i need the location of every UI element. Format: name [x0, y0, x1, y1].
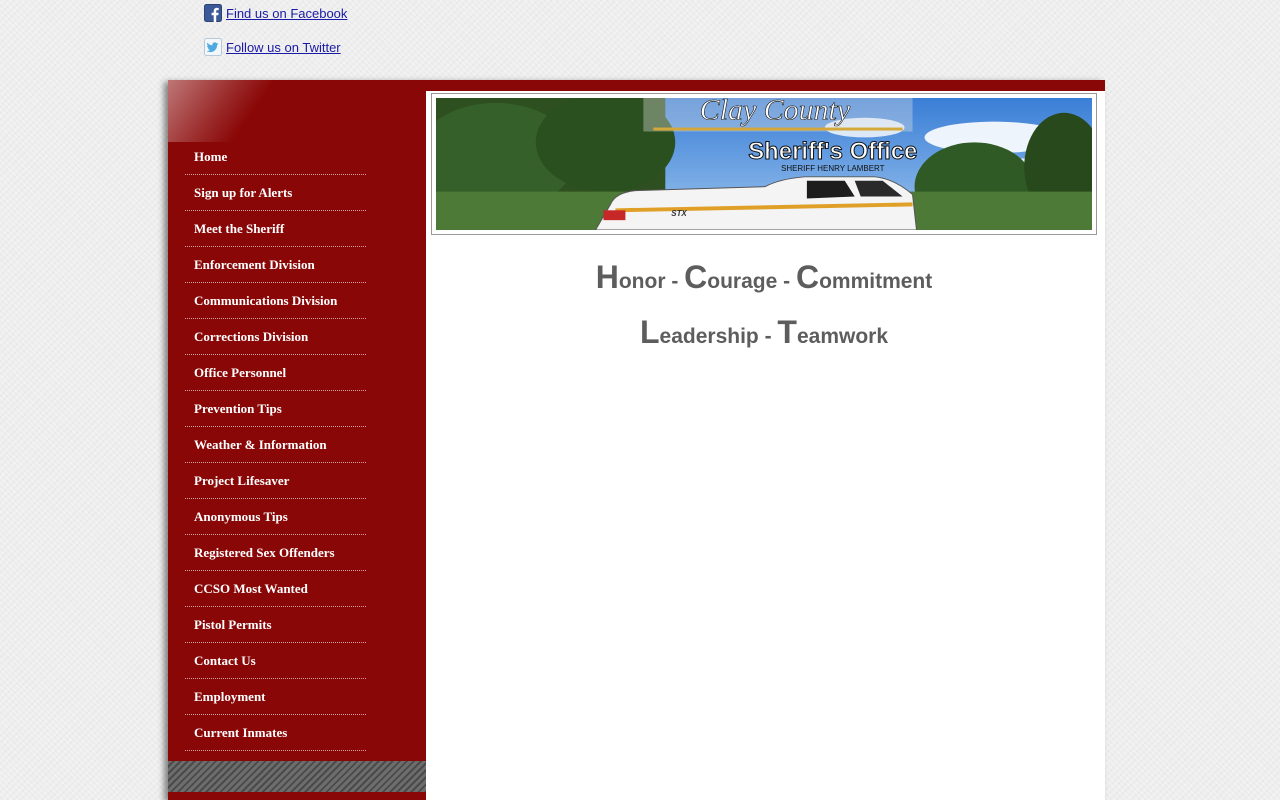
sidebar: Home Sign up for Alerts Meet the Sheriff En…	[168, 80, 426, 800]
nav-item-registered-sex-offenders[interactable]: Registered Sex Offenders	[185, 536, 366, 571]
social-links: Find us on Facebook Follow us on Twitter	[204, 4, 347, 72]
nav-item-label: Employment	[194, 689, 266, 704]
nav-item-project-lifesaver[interactable]: Project Lifesaver	[185, 464, 366, 499]
motto-initial: L	[639, 314, 660, 350]
top-accent-bar	[425, 80, 1105, 91]
nav-item-current-inmates[interactable]: Current Inmates	[185, 716, 366, 751]
nav-item-label: Corrections Division	[194, 329, 309, 344]
motto-word: Honor	[596, 259, 666, 295]
twitter-bird-icon[interactable]	[204, 38, 222, 56]
motto-word-rest: onor	[618, 270, 666, 293]
motto-word-rest: eadership	[659, 325, 759, 348]
nav-item-employment[interactable]: Employment	[185, 680, 366, 715]
nav-item-sign-up-for-alerts[interactable]: Sign up for Alerts	[185, 176, 366, 211]
nav-item-home[interactable]: Home	[185, 140, 366, 175]
motto-separator: -	[665, 270, 685, 293]
motto-separator: -	[777, 270, 796, 293]
motto-word: Courage	[684, 259, 778, 295]
motto-word-rest: ommitment	[819, 270, 933, 293]
motto-word: Teamwork	[777, 314, 889, 350]
motto-initial: T	[777, 314, 797, 350]
nav-item-communications-division[interactable]: Communications Division	[185, 284, 366, 319]
motto-initial: C	[795, 259, 820, 295]
twitter-link[interactable]: Follow us on Twitter	[226, 40, 341, 55]
main-navigation: Home Sign up for Alerts Meet the Sheriff En…	[185, 140, 366, 752]
nav-item-label: Communications Division	[194, 293, 338, 308]
nav-item-label: Project Lifesaver	[194, 473, 290, 488]
nav-item-corrections-division[interactable]: Corrections Division	[185, 320, 366, 355]
nav-item-label: Enforcement Division	[194, 257, 315, 272]
twitter-row: Follow us on Twitter	[204, 38, 347, 56]
nav-item-prevention-tips[interactable]: Prevention Tips	[185, 392, 366, 427]
nav-item-meet-the-sheriff[interactable]: Meet the Sheriff	[185, 212, 366, 247]
nav-item-pistol-permits[interactable]: Pistol Permits	[185, 608, 366, 643]
motto-word-rest: eamwork	[796, 325, 889, 348]
truck-badge: STX	[671, 209, 687, 218]
motto-initial: H	[595, 259, 619, 295]
nav-item-anonymous-tips[interactable]: Anonymous Tips	[185, 500, 366, 535]
facebook-icon[interactable]	[204, 4, 222, 22]
nav-item-label: Anonymous Tips	[194, 509, 288, 524]
nav-item-label: Office Personnel	[194, 365, 287, 380]
nav-item-weather-information[interactable]: Weather & Information	[185, 428, 366, 463]
banner-sheriff-name: SHERIFF HENRY LAMBERT	[781, 164, 885, 173]
nav-item-label: Prevention Tips	[194, 401, 282, 416]
motto-word: Commitment	[796, 259, 933, 295]
facebook-link[interactable]: Find us on Facebook	[226, 6, 347, 21]
nav-item-label: Contact Us	[194, 653, 256, 668]
nav-item-label: Home	[194, 149, 228, 164]
banner-photo: STX Clay County Sheriff's Office SHERIFF…	[416, 93, 1104, 231]
nav-item-office-personnel[interactable]: Office Personnel	[185, 356, 366, 391]
facebook-row: Find us on Facebook	[204, 4, 347, 22]
motto-word: Leadership	[640, 314, 759, 350]
nav-item-label: CCSO Most Wanted	[194, 581, 308, 596]
motto-line-2: Leadership - Teamwork	[431, 307, 1097, 362]
nav-item-ccso-most-wanted[interactable]: CCSO Most Wanted	[185, 572, 366, 607]
nav-item-label: Meet the Sheriff	[194, 221, 285, 236]
nav-item-enforcement-division[interactable]: Enforcement Division	[185, 248, 366, 283]
page-container: Home Sign up for Alerts Meet the Sheriff En…	[168, 80, 1105, 800]
nav-item-label: Weather & Information	[194, 437, 327, 452]
nav-item-label: Pistol Permits	[194, 617, 272, 632]
banner-subtitle: Sheriff's Office	[748, 138, 917, 165]
banner-title: Clay County	[700, 98, 851, 127]
motto-separator: -	[758, 325, 778, 348]
nav-item-label: Sign up for Alerts	[194, 185, 293, 200]
nav-item-label: Current Inmates	[194, 725, 288, 740]
motto-line-1: Honor - Courage - Commitment	[431, 252, 1097, 307]
header-banner: STX Clay County Sheriff's Office SHERIFF…	[416, 93, 1104, 235]
sidebar-footer-pattern	[168, 761, 426, 792]
nav-item-contact-us[interactable]: Contact Us	[185, 644, 366, 679]
motto-initial: C	[684, 259, 708, 295]
motto-word-rest: ourage	[707, 270, 778, 293]
motto: Honor - Courage - Commitment Leadership …	[431, 252, 1097, 362]
sidebar-gloss	[168, 80, 278, 142]
nav-item-label: Registered Sex Offenders	[194, 545, 335, 560]
